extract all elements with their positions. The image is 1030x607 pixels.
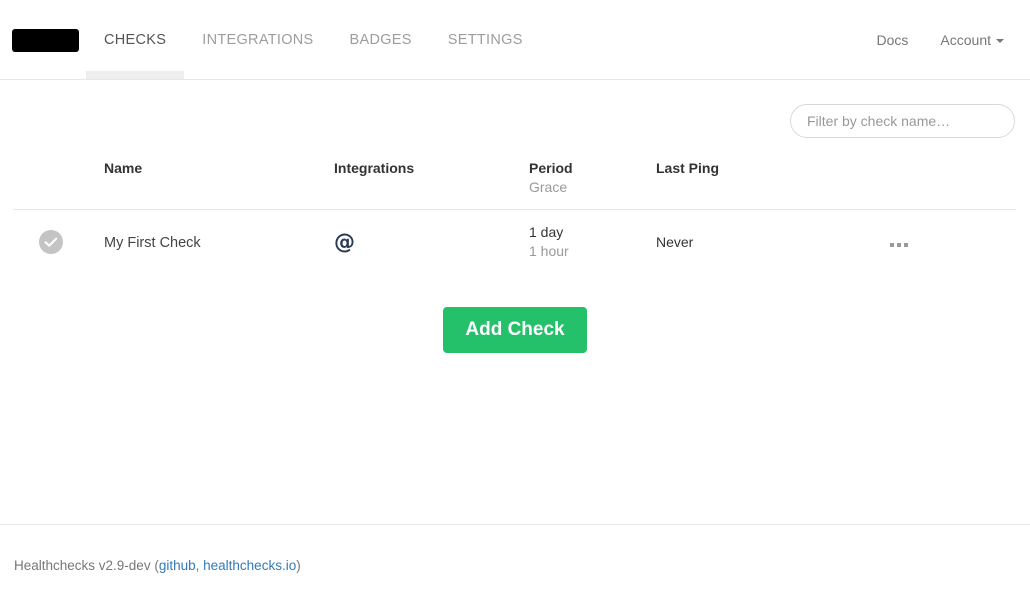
check-last-ping-label: Never	[656, 234, 693, 250]
footer-link-site[interactable]: healthchecks.io	[203, 558, 296, 573]
column-header-actions	[886, 142, 1016, 210]
column-header-grace-label: Grace	[529, 178, 656, 197]
nav-item-integrations-label: INTEGRATIONS	[202, 32, 313, 48]
nav-item-integrations[interactable]: INTEGRATIONS	[184, 0, 331, 79]
email-at-icon: @	[334, 232, 354, 252]
column-header-period: Period Grace	[529, 142, 656, 210]
brand-logo[interactable]	[12, 29, 79, 52]
column-header-period-label: Period	[529, 159, 656, 178]
table-header-row: Name Integrations Period Grace Last Ping	[14, 142, 1016, 210]
check-period-label: 1 day	[529, 223, 656, 242]
nav-item-account[interactable]: Account	[924, 0, 1020, 79]
cell-integrations: @	[334, 210, 529, 275]
cell-period: 1 day 1 hour	[529, 210, 656, 275]
row-actions-menu-icon[interactable]	[886, 238, 912, 251]
column-header-last-ping-label: Last Ping	[656, 160, 719, 176]
cell-actions	[886, 210, 1016, 275]
column-header-name: Name	[104, 142, 334, 210]
column-header-name-label: Name	[104, 160, 142, 176]
secondary-nav: Docs Account	[861, 0, 1021, 79]
nav-item-account-label: Account	[940, 32, 991, 48]
checks-table: Name Integrations Period Grace Last Ping	[14, 142, 1016, 274]
footer: Healthchecks v2.9-dev (github, healthche…	[0, 524, 1030, 573]
primary-nav: CHECKS INTEGRATIONS BADGES SETTINGS	[86, 0, 541, 79]
column-header-status	[14, 142, 104, 210]
ellipsis-dot	[890, 243, 894, 247]
nav-item-docs[interactable]: Docs	[861, 0, 925, 79]
active-tab-indicator	[86, 71, 184, 79]
cell-status	[14, 210, 104, 275]
nav-item-badges[interactable]: BADGES	[332, 0, 430, 79]
footer-version-prefix: Healthchecks v2.9-dev (	[14, 558, 159, 573]
nav-item-badges-label: BADGES	[350, 32, 412, 48]
table-row[interactable]: My First Check @ 1 day 1 hour Never	[14, 210, 1016, 275]
filter-row	[14, 80, 1016, 142]
nav-item-settings-label: SETTINGS	[448, 32, 523, 48]
cell-last-ping: Never	[656, 210, 886, 275]
footer-separator: ,	[196, 558, 204, 573]
checks-table-head: Name Integrations Period Grace Last Ping	[14, 142, 1016, 210]
nav-item-checks-label: CHECKS	[104, 32, 166, 48]
check-name-label[interactable]: My First Check	[104, 235, 201, 251]
main-content: Name Integrations Period Grace Last Ping	[0, 80, 1030, 353]
check-grace-label: 1 hour	[529, 242, 656, 261]
check-circle-icon[interactable]	[39, 230, 63, 254]
cell-name: My First Check	[104, 210, 334, 275]
filter-checks-input[interactable]	[790, 104, 1015, 138]
add-check-row: Add Check	[14, 307, 1016, 353]
nav-item-docs-label: Docs	[877, 32, 909, 48]
ellipsis-dot	[897, 243, 901, 247]
footer-link-github[interactable]: github	[159, 558, 196, 573]
footer-text: Healthchecks v2.9-dev (github, healthche…	[0, 525, 1030, 573]
column-header-integrations-label: Integrations	[334, 160, 414, 176]
add-check-button[interactable]: Add Check	[443, 307, 586, 353]
checks-table-body: My First Check @ 1 day 1 hour Never	[14, 210, 1016, 275]
nav-item-checks[interactable]: CHECKS	[86, 0, 184, 79]
chevron-down-icon	[996, 39, 1004, 43]
navbar: CHECKS INTEGRATIONS BADGES SETTINGS Docs…	[0, 0, 1030, 80]
ellipsis-dot	[904, 243, 908, 247]
column-header-integrations: Integrations	[334, 142, 529, 210]
footer-suffix: )	[296, 558, 301, 573]
nav-item-settings[interactable]: SETTINGS	[430, 0, 541, 79]
column-header-last-ping: Last Ping	[656, 142, 886, 210]
